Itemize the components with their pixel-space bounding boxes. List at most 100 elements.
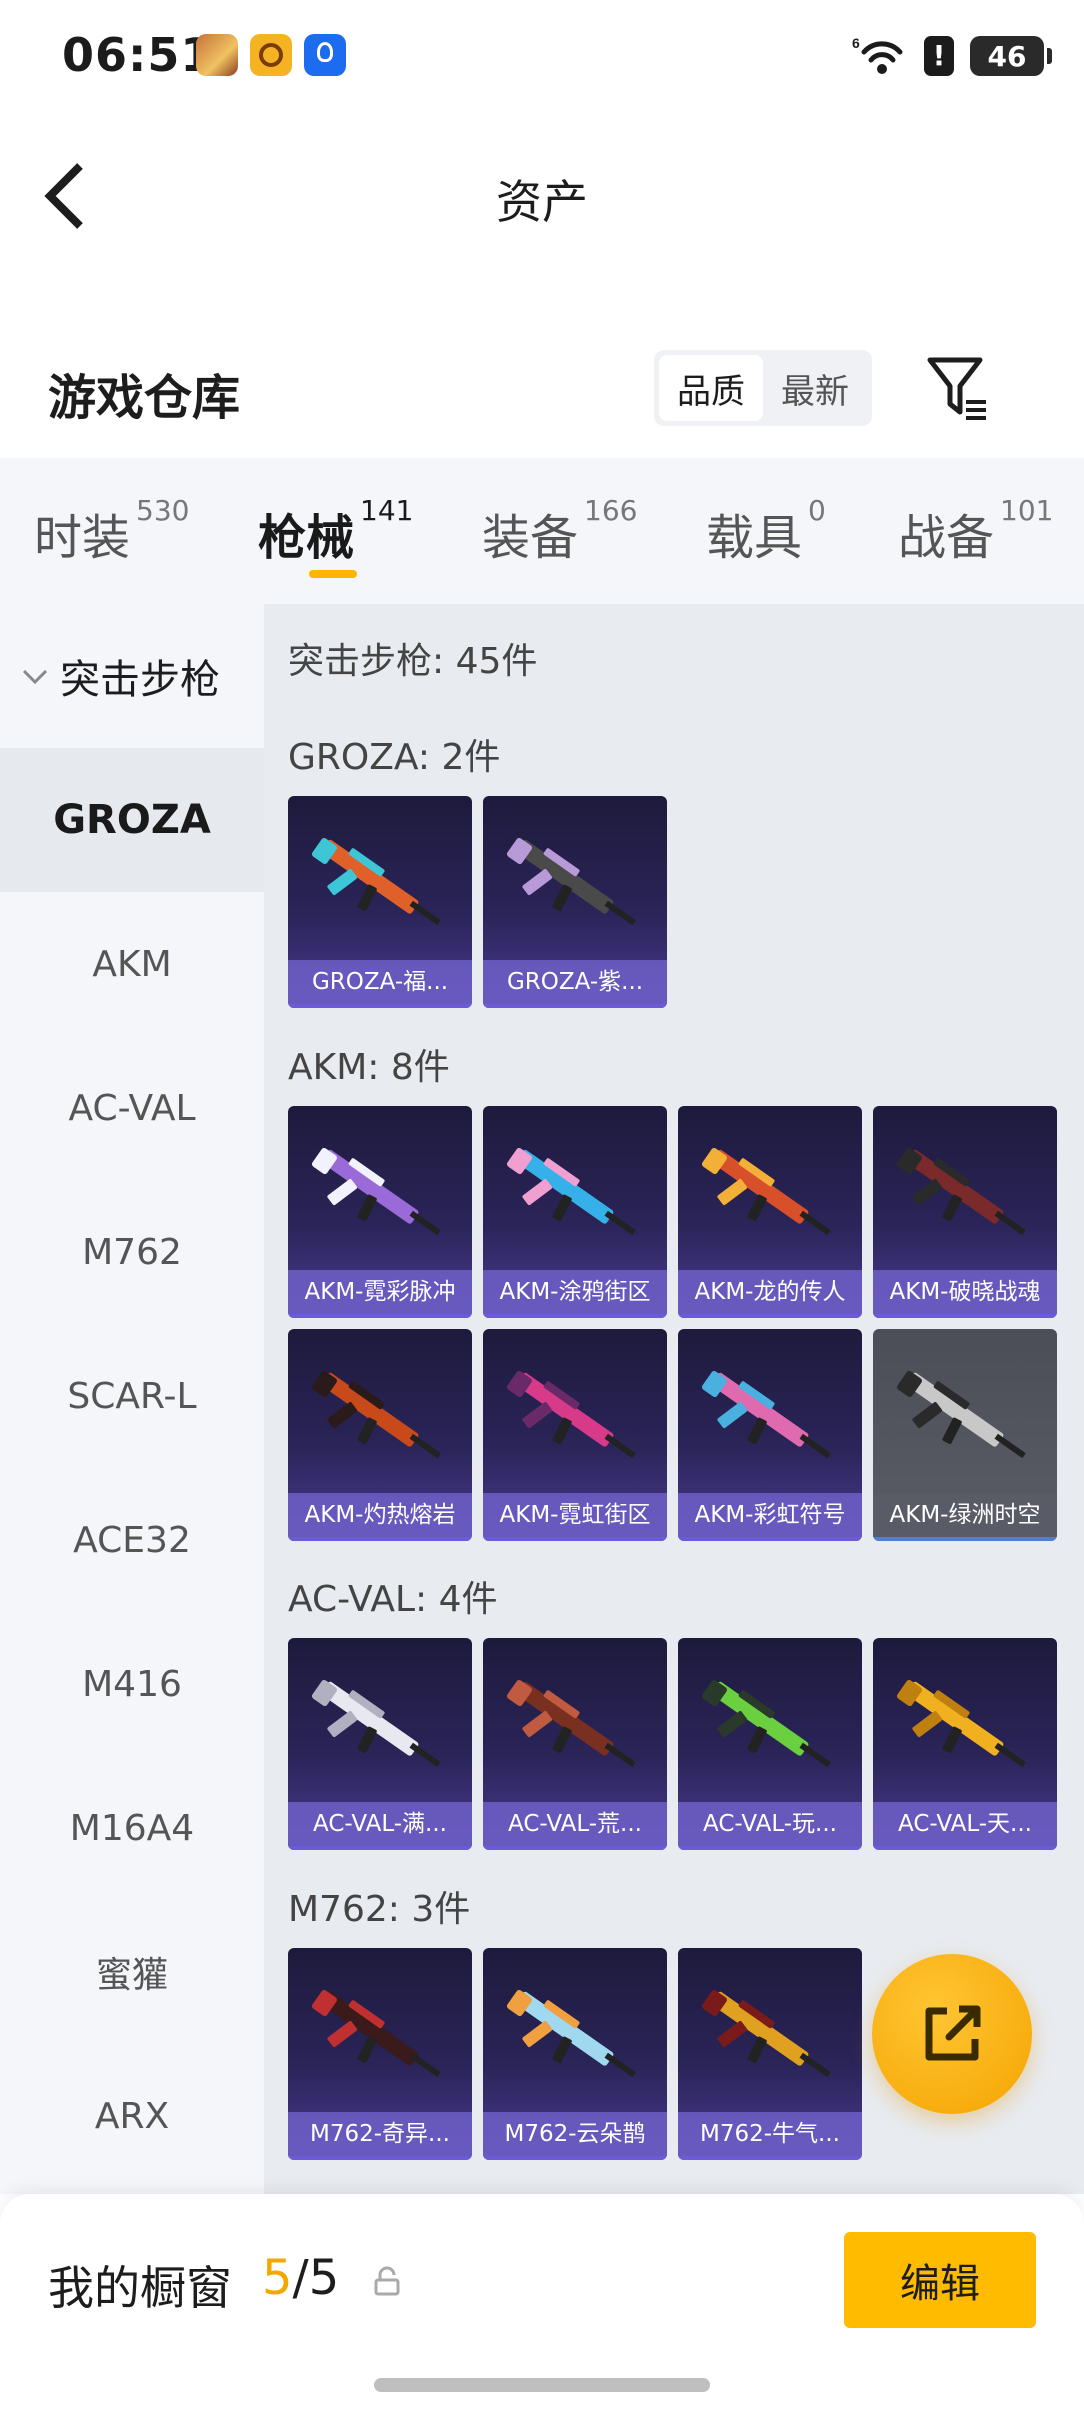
tab-label: 载具: [706, 510, 803, 566]
weapon-card-accent: [483, 2156, 667, 2160]
sort-toggle: 品质 最新: [654, 350, 872, 426]
tab-guns[interactable]: 枪械 141: [258, 494, 413, 568]
weapon-sidebar: 突击步枪 GROZA AKM AC-VAL M762 SCAR-L ACE32 …: [0, 604, 264, 2194]
weapon-card[interactable]: AKM-绿洲时空: [873, 1329, 1057, 1541]
rifle-icon: [701, 1989, 831, 2078]
chevron-down-icon: [22, 669, 48, 685]
weapon-card-accent: [873, 1846, 1057, 1850]
weapon-card[interactable]: AKM-灼热熔岩: [288, 1329, 472, 1541]
weapon-card-name: AC-VAL-荒...: [483, 1802, 667, 1846]
tab-label: 战备: [898, 510, 995, 566]
weapon-card[interactable]: AKM-破晓战魂: [873, 1106, 1057, 1318]
rifle-icon: [701, 1679, 831, 1768]
sidebar-item-akm[interactable]: AKM: [0, 892, 264, 1036]
sort-quality-option[interactable]: 品质: [659, 355, 763, 421]
weapon-card-accent: [678, 1537, 862, 1541]
weapon-card-accent: [873, 1537, 1057, 1541]
rifle-icon: [701, 1370, 831, 1459]
weapon-card-name: M762-牛气...: [678, 2112, 862, 2156]
lock-icon: [374, 2266, 400, 2296]
weapon-card-name: GROZA-紫...: [483, 960, 667, 1004]
sidebar-group-label: 突击步枪: [60, 657, 220, 703]
group-title-ac-val: AC-VAL: 4件: [288, 1579, 498, 1620]
weapon-card[interactable]: AC-VAL-天...: [873, 1638, 1057, 1850]
weapon-card[interactable]: M762-奇异...: [288, 1948, 472, 2160]
sidebar-item-ac-val[interactable]: AC-VAL: [0, 1036, 264, 1180]
active-tab-indicator: [309, 570, 357, 578]
weapon-card-accent: [483, 1846, 667, 1850]
weapon-card[interactable]: AC-VAL-满...: [288, 1638, 472, 1850]
sidebar-item-scar-l[interactable]: SCAR-L: [0, 1324, 264, 1468]
weapon-card-name: AKM-龙的传人: [678, 1270, 862, 1314]
sidebar-item-m416[interactable]: M416: [0, 1612, 264, 1756]
sidebar-item-groza[interactable]: GROZA: [0, 748, 264, 892]
header: 资产: [0, 130, 1084, 260]
share-button[interactable]: [872, 1954, 1032, 2114]
tab-costume[interactable]: 时装 530: [34, 494, 189, 568]
edit-button[interactable]: 编辑: [844, 2232, 1036, 2328]
tab-count: 101: [1000, 494, 1054, 527]
weapon-card[interactable]: GROZA-紫...: [483, 796, 667, 1008]
tab-label: 装备: [482, 510, 579, 566]
weapon-card-name: AKM-霓彩脉冲: [288, 1270, 472, 1314]
rifle-icon: [311, 1989, 441, 2078]
sort-latest-option[interactable]: 最新: [763, 355, 867, 421]
share-icon: [925, 2005, 981, 2061]
status-bar: 06:51 6 ! 46: [0, 0, 1084, 110]
weapon-card-name: AKM-涂鸦街区: [483, 1270, 667, 1314]
tab-equipment[interactable]: 装备 166: [482, 494, 637, 568]
weapon-card[interactable]: AC-VAL-荒...: [483, 1638, 667, 1850]
weapon-card-accent: [483, 1314, 667, 1318]
svg-text:6: 6: [852, 35, 860, 51]
tab-label: 枪械: [258, 510, 355, 566]
section-title: 游戏仓库: [48, 370, 241, 426]
weapon-card-accent: [873, 1314, 1057, 1318]
battery-icon: 46: [970, 36, 1052, 76]
weapon-card[interactable]: AKM-霓虹街区: [483, 1329, 667, 1541]
sidebar-item-ace32[interactable]: ACE32: [0, 1468, 264, 1612]
sidebar-item-m16a4[interactable]: M16A4: [0, 1756, 264, 1900]
rifle-icon: [311, 1679, 441, 1768]
weapon-card-accent: [288, 1004, 472, 1008]
sidebar-item-m762[interactable]: M762: [0, 1180, 264, 1324]
weapon-card-name: AC-VAL-满...: [288, 1802, 472, 1846]
sidebar-item-arx[interactable]: ARX: [0, 2044, 264, 2188]
showcase-count: 5/5: [262, 2250, 339, 2306]
weapon-card-accent: [288, 2156, 472, 2160]
rifle-icon: [311, 1147, 441, 1236]
weapon-card-name: AKM-霓虹街区: [483, 1493, 667, 1537]
showcase-current: 5: [262, 2250, 293, 2306]
rifle-icon: [506, 1147, 636, 1236]
tab-count: 141: [360, 494, 414, 527]
weapon-card[interactable]: GROZA-福...: [288, 796, 472, 1008]
sidebar-group-assault-rifles[interactable]: 突击步枪: [0, 604, 264, 748]
warehouse-section-header: 游戏仓库 品质 最新: [0, 330, 1084, 450]
filter-button[interactable]: [924, 354, 990, 424]
rifle-icon: [506, 1370, 636, 1459]
weapon-card[interactable]: AKM-霓彩脉冲: [288, 1106, 472, 1318]
weapon-card-name: AC-VAL-玩...: [678, 1802, 862, 1846]
weapon-card[interactable]: AKM-涂鸦街区: [483, 1106, 667, 1318]
rifle-icon: [506, 1989, 636, 2078]
rifle-icon: [311, 837, 441, 926]
weapon-card[interactable]: AKM-龙的传人: [678, 1106, 862, 1318]
bulb-app-icon: [304, 34, 346, 76]
game-app-icon: [196, 34, 238, 76]
weapon-card-name: AKM-绿洲时空: [873, 1493, 1057, 1537]
category-summary: 突击步枪: 45件: [288, 641, 538, 682]
weapon-card[interactable]: M762-云朵鹊: [483, 1948, 667, 2160]
tab-label: 时装: [34, 510, 131, 566]
rifle-icon: [896, 1370, 1026, 1459]
weapon-card-name: M762-奇异...: [288, 2112, 472, 2156]
tab-count: 530: [136, 494, 190, 527]
weapon-card-accent: [288, 1846, 472, 1850]
weapon-card[interactable]: AC-VAL-玩...: [678, 1638, 862, 1850]
tab-vehicles[interactable]: 载具 0: [706, 494, 826, 568]
sidebar-item-honey-badger[interactable]: 蜜獾: [0, 1900, 264, 2044]
weapon-card[interactable]: M762-牛气...: [678, 1948, 862, 2160]
group-title-akm: AKM: 8件: [288, 1047, 450, 1088]
tab-supplies[interactable]: 战备 101: [898, 494, 1053, 568]
weapon-card[interactable]: AKM-彩虹符号: [678, 1329, 862, 1541]
group-title-m762: M762: 3件: [288, 1889, 471, 1930]
weapon-card-name: AKM-破晓战魂: [873, 1270, 1057, 1314]
